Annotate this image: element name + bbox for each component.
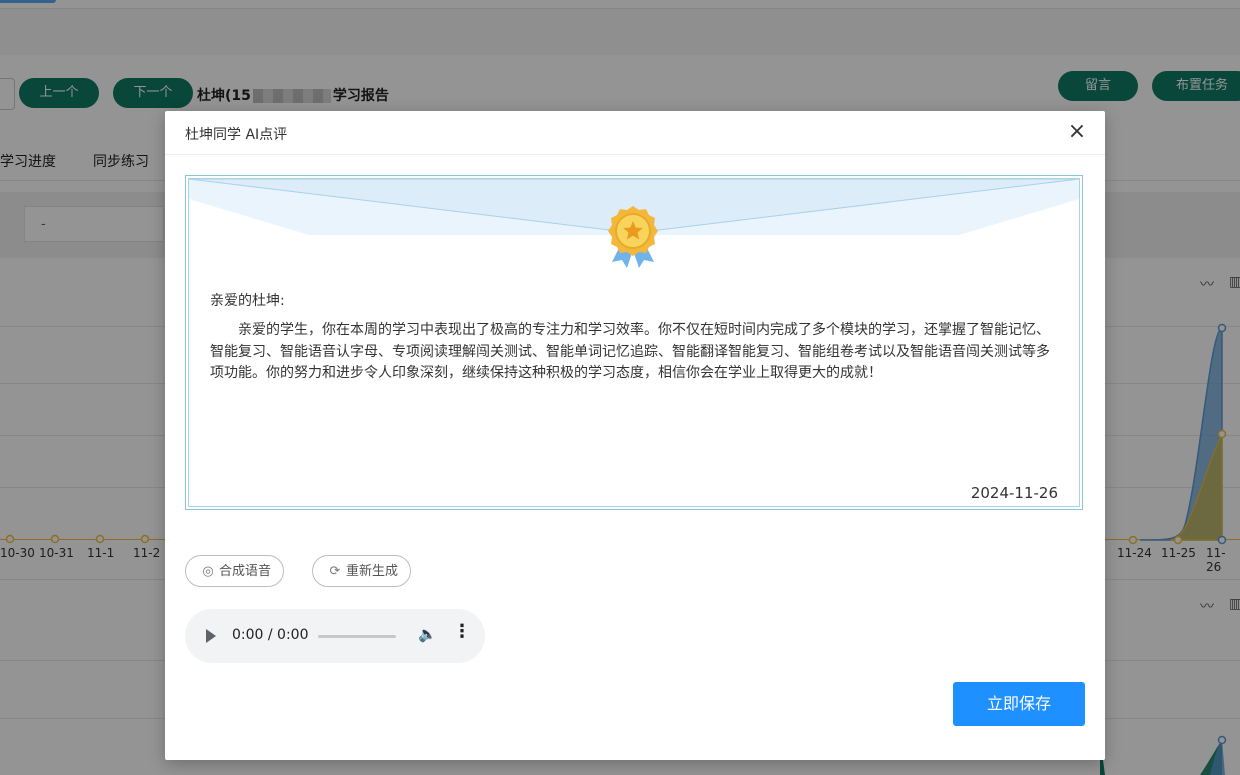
save-now-button[interactable]: 立即保存 — [953, 682, 1085, 726]
letter-greeting: 亲爱的杜坤: — [210, 293, 285, 309]
dialog-header: 杜坤同学 AI点评 × — [165, 111, 1105, 155]
letter-date: 2024-11-26 — [970, 484, 1058, 502]
synthesize-voice-label: 合成语音 — [219, 564, 272, 579]
dialog-title: 杜坤同学 AI点评 — [185, 127, 288, 143]
letter-body: 亲爱的学生，你在本周的学习中表现出了极高的专注力和学习效率。你不仅在短时间内完成… — [210, 322, 1050, 381]
regenerate-button[interactable]: ⟳ 重新生成 — [312, 555, 412, 587]
medal-icon — [608, 206, 658, 268]
ai-review-dialog: 杜坤同学 AI点评 × 亲爱的杜坤: 亲爱的学生，你在本周的学习中表现出了极高的… — [165, 111, 1105, 760]
volume-icon[interactable]: 🔈 — [418, 625, 437, 643]
refresh-icon: ⟳ — [329, 564, 341, 579]
more-options-icon[interactable]: ⋮ — [453, 623, 471, 641]
play-icon[interactable] — [206, 629, 216, 643]
review-letter: 亲爱的杜坤: 亲爱的学生，你在本周的学习中表现出了极高的专注力和学习效率。你不仅… — [185, 175, 1083, 510]
regenerate-label: 重新生成 — [346, 564, 399, 579]
audio-player: 0:00 / 0:00 🔈 ⋮ — [185, 609, 485, 663]
close-icon[interactable]: × — [1065, 120, 1089, 144]
audio-wave-icon: ◎ — [202, 564, 214, 579]
audio-progress-slider[interactable] — [318, 635, 396, 638]
audio-time: 0:00 / 0:00 — [232, 627, 309, 643]
synthesize-voice-button[interactable]: ◎ 合成语音 — [185, 555, 285, 587]
